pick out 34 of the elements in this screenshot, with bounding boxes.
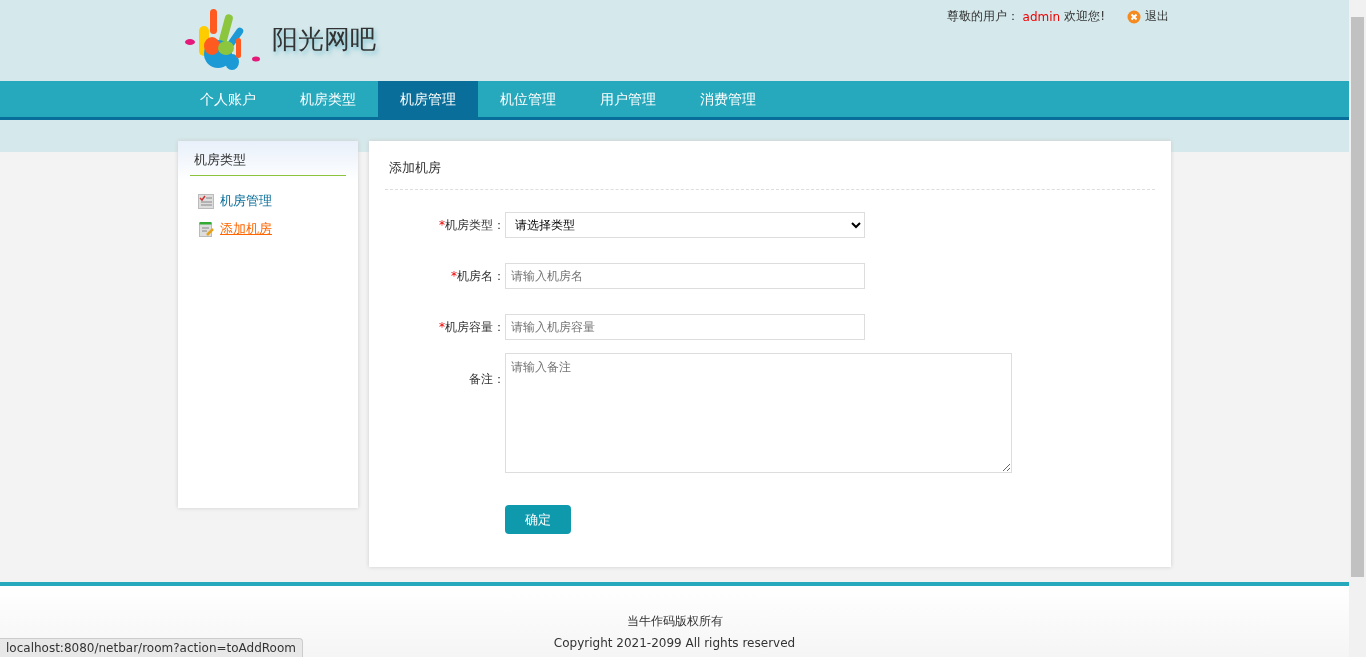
nav-tab[interactable]: 用户管理 <box>578 81 678 117</box>
panel-title: 添加机房 <box>385 157 1155 190</box>
field-label: 机房类型： <box>445 217 505 232</box>
sidebar-link[interactable]: 添加机房 <box>220 220 272 238</box>
type-dropdown[interactable]: 请选择类型 <box>505 212 865 238</box>
field-label: 机房容量： <box>445 319 505 334</box>
field-label: 机房名： <box>457 268 505 283</box>
input-field[interactable]: 请输入机房名 <box>505 263 865 289</box>
scrollbar[interactable] <box>1349 0 1366 657</box>
field-label: 备注： <box>469 372 505 386</box>
nav-tab[interactable]: 个人账户 <box>178 81 278 117</box>
sidebar-title: 机房类型 <box>190 149 346 176</box>
username: admin <box>1022 9 1061 24</box>
footer-text: Copyright 2021-2099 All rights reserved <box>553 636 796 650</box>
notes-field[interactable]: 请输入备注 <box>505 353 1012 473</box>
nav-tab[interactable]: 机房管理 <box>378 81 478 117</box>
sidebar-link[interactable]: 机房管理 <box>220 192 272 210</box>
footer-text: 当牛作码版权所有 <box>626 614 723 628</box>
nav-tab[interactable]: 消费管理 <box>678 81 778 117</box>
required-mark: * <box>451 268 457 283</box>
edit-document-icon <box>198 221 214 237</box>
site-title: 阳光网吧 <box>272 22 376 56</box>
welcome-text: 欢迎您! <box>1064 8 1105 25</box>
close-circle-icon <box>1127 9 1141 24</box>
confirm-button[interactable]: 确定 <box>505 505 571 534</box>
required-mark: * <box>439 217 445 232</box>
required-mark: * <box>439 319 445 334</box>
greeting-text: 尊敬的用户： <box>946 8 1019 25</box>
nav-tab[interactable]: 机位管理 <box>478 81 578 117</box>
nav-tab[interactable]: 机房类型 <box>278 81 378 117</box>
status-url: localhost:8080/netbar/room?action=toAddRoom <box>0 638 303 657</box>
logout-link[interactable]: 退出 <box>1145 8 1169 25</box>
input-field[interactable]: 请输入机房容量 <box>505 314 865 340</box>
checklist-icon <box>198 193 214 209</box>
